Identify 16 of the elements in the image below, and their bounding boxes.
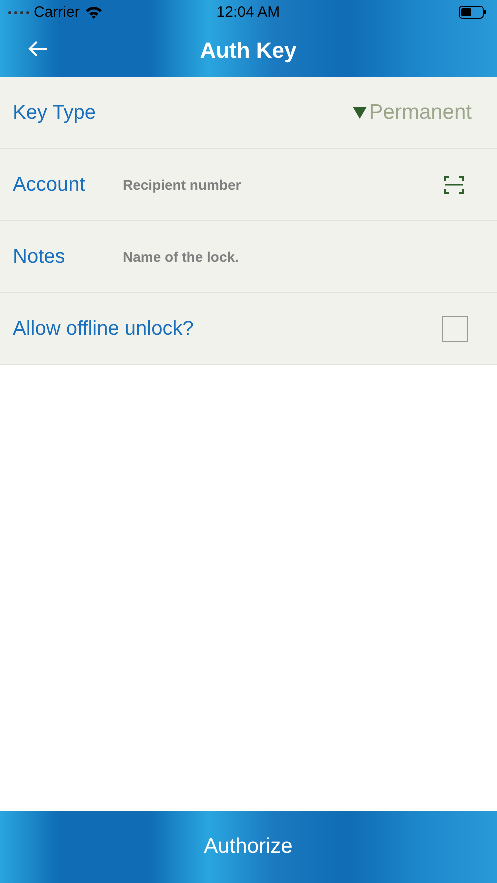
field-label: Key Type [13, 100, 98, 124]
dropdown-triangle-icon [353, 106, 368, 118]
authorize-button[interactable]: Authorize [0, 811, 497, 883]
page-title: Auth Key [200, 38, 297, 64]
clock-time: 12:04 AM [216, 4, 280, 20]
field-label: Allow offline unlock? [13, 316, 194, 340]
checkbox[interactable] [442, 316, 468, 342]
field-label: Notes [13, 244, 66, 268]
key-type-dropdown[interactable]: Permanent [353, 100, 484, 124]
battery-icon [459, 6, 487, 18]
text-field[interactable]: Name of the lock. [121, 248, 484, 266]
wifi-icon [84, 6, 103, 18]
scan-icon[interactable] [444, 176, 464, 194]
carrier-name: Carrier [34, 4, 80, 20]
text-field[interactable]: Recipient number [121, 176, 444, 194]
field-label: Account [13, 172, 86, 196]
